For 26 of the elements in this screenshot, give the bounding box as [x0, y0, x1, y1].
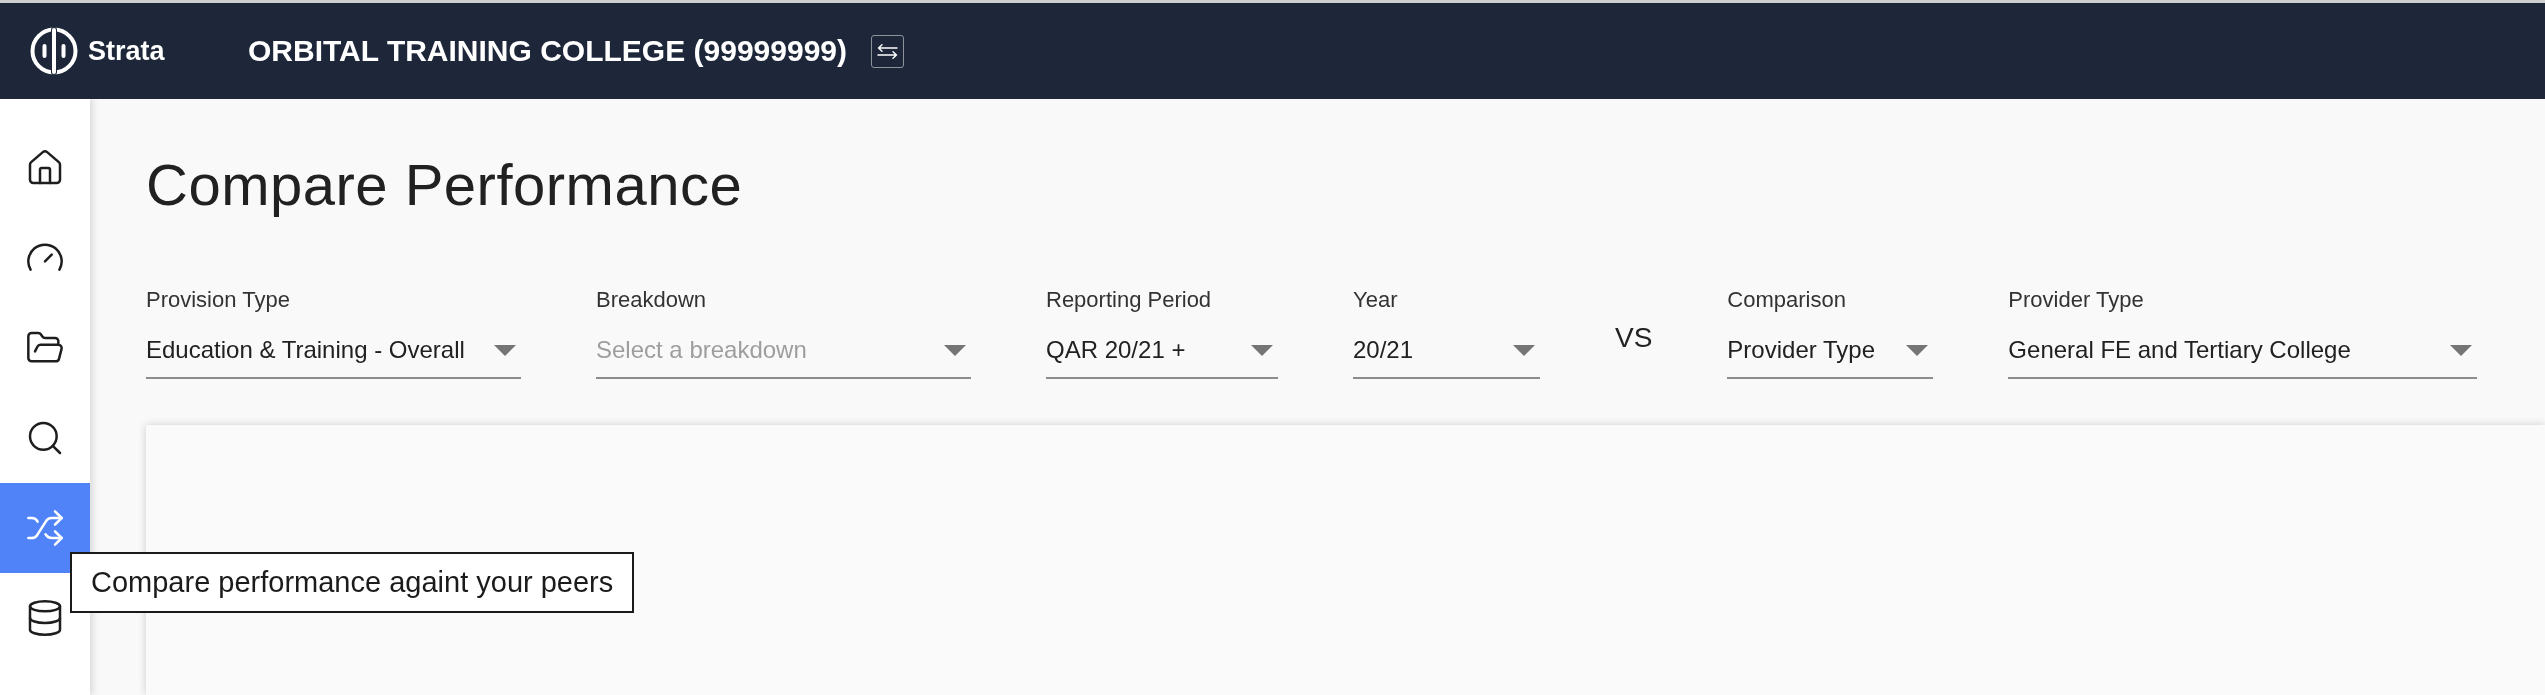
caret-icon: [2450, 344, 2473, 356]
field-label: Year: [1353, 287, 1398, 313]
caret-icon: [494, 344, 516, 356]
swap-button[interactable]: [871, 34, 904, 68]
organisation-title: ORBITAL TRAINING COLLEGE (99999999): [248, 34, 847, 68]
dropdown-field[interactable]: 20/21: [1353, 336, 1540, 379]
dropdown-field[interactable]: Provider Type: [1727, 336, 1934, 379]
dropdown-field[interactable]: QAR 20/21 +: [1046, 336, 1278, 379]
field-label: Breakdown: [596, 287, 707, 313]
field-label: Provision Type: [146, 287, 290, 313]
field-label: Reporting Period: [1046, 287, 1212, 313]
field-label: Comparison: [1727, 287, 1846, 313]
field-label: Provider Type: [2008, 287, 2144, 313]
logo-icon: [30, 27, 78, 75]
caret-icon: [1906, 344, 1929, 356]
dropdown-field[interactable]: General FE and Tertiary College: [2008, 336, 2478, 379]
caret-icon: [944, 344, 966, 356]
dropdown-field[interactable]: Education & Training - Overall: [146, 336, 521, 379]
vs-label: VS: [1615, 322, 1653, 354]
swap-arrows-icon: [877, 43, 898, 59]
caret-icon: [1513, 344, 1535, 356]
caret-icon: [1251, 344, 1273, 356]
tooltip: Compare performance againt your peers: [70, 552, 635, 613]
page-title: Compare Performance: [146, 153, 743, 217]
shuffle-icon: [25, 508, 65, 548]
brand-name: Strata: [88, 35, 165, 67]
